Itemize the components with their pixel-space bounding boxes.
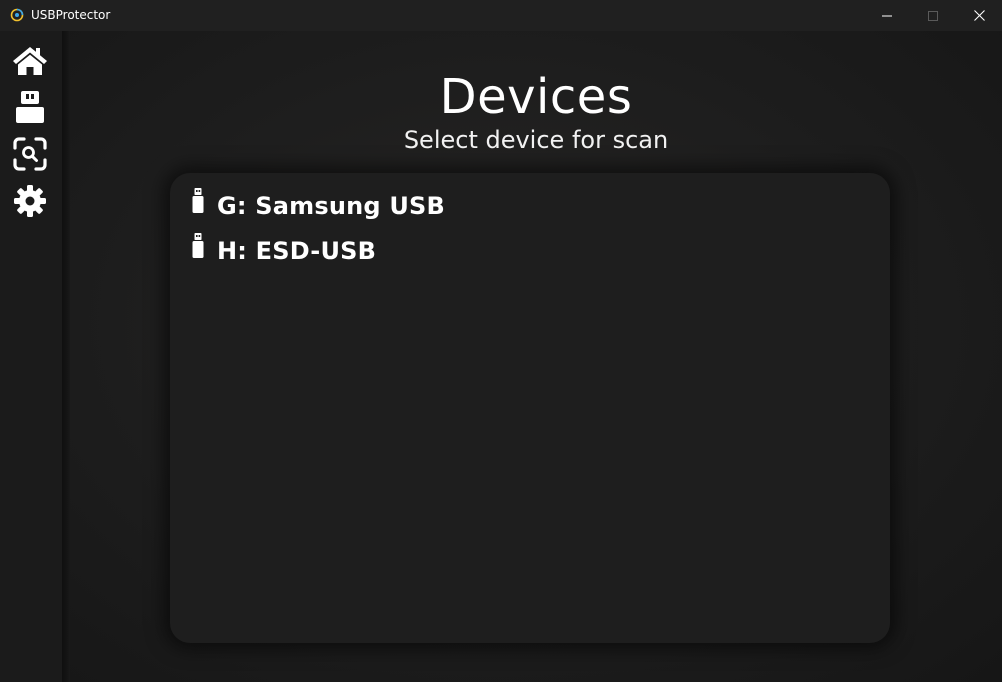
minimize-icon: [882, 15, 892, 16]
page-title: Devices: [439, 69, 633, 125]
device-list: G: Samsung USB H: ESD-USB: [170, 173, 890, 643]
device-label: H: ESD-USB: [217, 237, 377, 265]
scan-search-icon: [13, 137, 47, 171]
maximize-button[interactable]: [910, 0, 956, 31]
sidebar: [0, 31, 62, 682]
sidebar-item-home[interactable]: [10, 41, 50, 81]
app-window: USBProtector Devices Select device for s…: [0, 0, 1002, 682]
device-label: G: Samsung USB: [217, 192, 445, 220]
page-subtitle: Select device for scan: [403, 126, 669, 154]
home-icon: [13, 47, 47, 75]
window-title: USBProtector: [31, 8, 111, 22]
sidebar-item-devices[interactable]: [10, 87, 50, 127]
device-item-h[interactable]: H: ESD-USB: [190, 233, 377, 268]
gear-icon: [14, 185, 46, 217]
close-icon: [973, 10, 985, 21]
usb-stick-icon: [190, 233, 206, 263]
maximize-icon: [928, 10, 938, 21]
main-content: Devices Select device for scan G: Samsun…: [0, 31, 1002, 682]
sidebar-item-scan[interactable]: [10, 134, 50, 174]
sidebar-divider: [62, 31, 70, 682]
usb-drive-icon: [16, 91, 44, 123]
title-bar[interactable]: USBProtector: [0, 0, 1002, 31]
sidebar-item-settings[interactable]: [10, 181, 50, 221]
app-logo-icon: [10, 8, 24, 22]
usb-stick-icon: [190, 188, 206, 218]
close-button[interactable]: [956, 0, 1002, 31]
device-item-g[interactable]: G: Samsung USB: [190, 188, 445, 223]
minimize-button[interactable]: [864, 0, 910, 31]
